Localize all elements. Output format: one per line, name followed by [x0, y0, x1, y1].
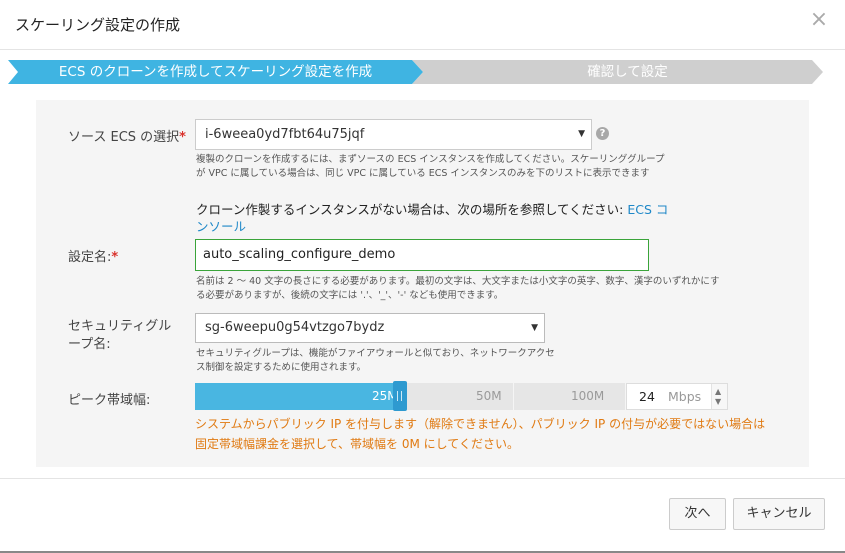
- cancel-button[interactable]: キャンセル: [733, 498, 825, 530]
- bandwidth-unit: Mbps: [668, 389, 702, 404]
- slider-tick-label: 50M: [476, 389, 502, 403]
- chevron-down-icon: ▼: [578, 129, 585, 139]
- source-ecs-select[interactable]: i-6weea0yd7fbt64u75jqf ▼: [195, 119, 592, 150]
- help-icon[interactable]: ?: [596, 127, 609, 140]
- required-mark: *: [179, 130, 186, 145]
- dialog-title: スケーリング設定の作成: [15, 16, 181, 34]
- stepper-down-icon[interactable]: ▼: [715, 398, 721, 406]
- step-confirm: 確認して設定: [412, 60, 823, 84]
- bandwidth-warning: システムからパブリック IP を付与します（解除できません）、パブリック IP …: [195, 417, 766, 451]
- bandwidth-value: 24: [639, 389, 655, 404]
- source-ecs-label: ソース ECS の選択*: [68, 130, 186, 145]
- stepper-up-icon[interactable]: ▲: [715, 388, 721, 396]
- bandwidth-slider[interactable]: 25M 50M 100M: [195, 383, 625, 410]
- config-name-input[interactable]: auto_scaling_configure_demo: [195, 239, 649, 271]
- next-button[interactable]: 次へ: [669, 498, 726, 530]
- slider-handle[interactable]: [393, 381, 407, 411]
- header-divider: [0, 49, 845, 50]
- bandwidth-label: ピーク帯域幅:: [68, 393, 151, 408]
- source-ecs-hint: 複製のクローンを作成するには、まずソースの ECS インスタンスを作成してくださ…: [196, 154, 665, 179]
- wizard-steps: 確認して設定 ECS のクローンを作成してスケーリング設定を作成: [8, 60, 823, 84]
- create-scaling-config-dialog: スケーリング設定の作成 × 確認して設定 ECS のクローンを作成してスケーリン…: [0, 0, 845, 553]
- slider-tick-label: 100M: [571, 389, 605, 403]
- chevron-down-icon: ▼: [531, 323, 538, 333]
- bandwidth-slider-fill: [195, 383, 395, 410]
- bandwidth-stepper[interactable]: ▲ ▼: [711, 384, 727, 409]
- security-group-label: セキュリティグル ープ名:: [68, 319, 172, 352]
- security-group-select[interactable]: sg-6weepu0g54vtzgo7bydz ▼: [195, 313, 545, 343]
- security-group-hint: セキュリティグループは、機能がファイアウォールと似ており、ネットワークアクセス制…: [196, 348, 555, 373]
- bandwidth-input[interactable]: 24 Mbps ▲ ▼: [626, 383, 728, 410]
- step-clone-ecs: ECS のクローンを作成してスケーリング設定を作成: [8, 60, 423, 84]
- config-name-label: 設定名:*: [68, 250, 119, 265]
- required-mark: *: [111, 250, 119, 265]
- config-name-hint: 名前は 2 ～ 40 文字の長さにする必要があります。最初の文字は、大文字または…: [196, 276, 720, 301]
- close-icon[interactable]: ×: [809, 8, 829, 32]
- footer-divider: [0, 478, 845, 479]
- slider-separator: [513, 383, 514, 410]
- clone-note: クローン作製するインスタンスがない場合は、次の場所を参照してください: ECS …: [196, 202, 669, 234]
